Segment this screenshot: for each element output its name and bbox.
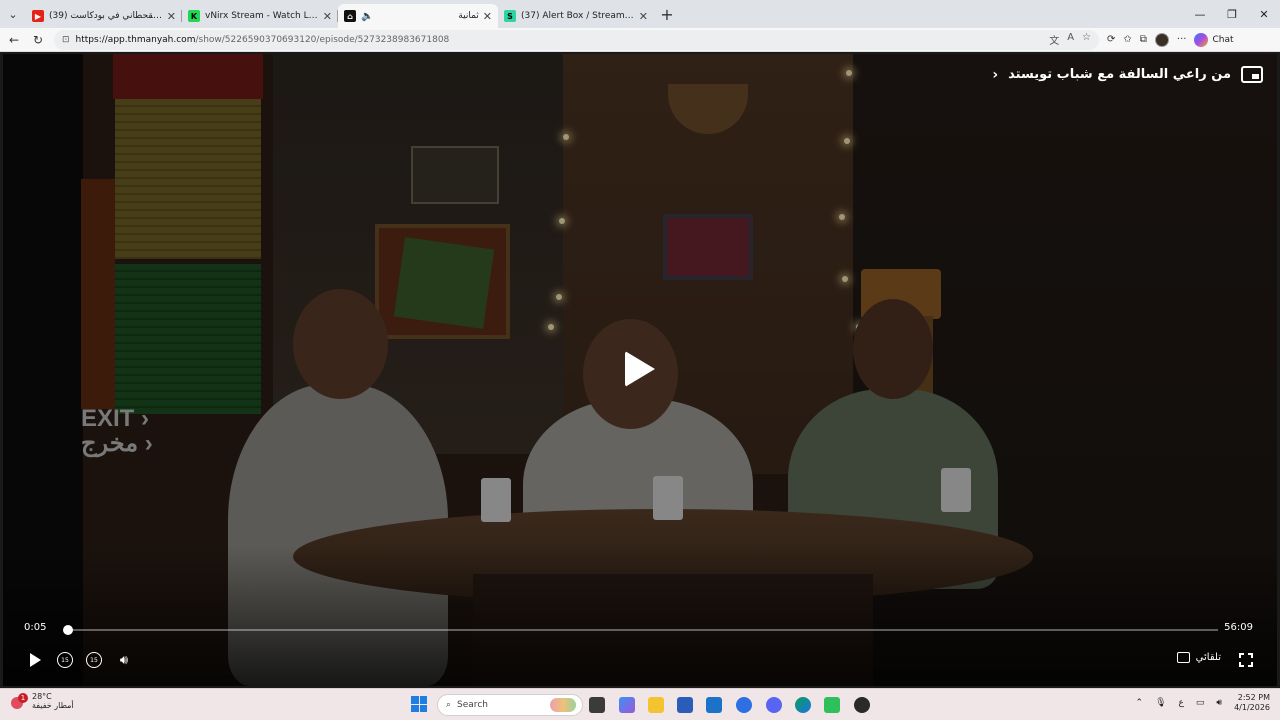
search-placeholder: Search (457, 700, 488, 710)
translate-icon[interactable]: 文 (1049, 32, 1059, 47)
thmanyah-icon: ⌂ (344, 10, 356, 22)
settings-screen-icon (1176, 652, 1190, 663)
episode-title: من راعي السالفة مع شباب تويستد (1008, 67, 1231, 82)
chevron-back-icon[interactable]: ‹ (992, 67, 998, 83)
volume-icon[interactable]: 🔊︎ (115, 652, 133, 668)
discord-icon[interactable] (766, 697, 782, 713)
start-button[interactable] (411, 696, 427, 712)
site-info-icon[interactable]: ⊡ (62, 35, 70, 45)
seek-bar[interactable] (62, 625, 1218, 635)
taskbar: 1 28°C أمطار خفيفة ⌕ Search ⌃ 🎙︎ ع ▭ 🔊︎ … (0, 688, 1280, 720)
url-field[interactable]: ⊡ https://app.thmanyah.com /show/5226590… (54, 29, 1099, 50)
show-hidden-icons-chevron-icon[interactable]: ⌃ (1136, 698, 1144, 708)
app-icon[interactable] (824, 697, 840, 713)
speaker-icon[interactable]: 🔈 (361, 11, 373, 22)
search-icon: ⌕ (446, 700, 452, 710)
tab-title: (37) Alert Box / Streamlabs (521, 11, 635, 21)
tab-title: vNirx Stream - Watch Live on Kick (205, 11, 319, 21)
microphone-icon[interactable]: 🎙︎ (1155, 698, 1166, 708)
tab-title: ثمانية (458, 11, 479, 21)
close-icon[interactable]: ✕ (639, 10, 648, 23)
taskbar-search[interactable]: ⌕ Search (437, 694, 583, 716)
favorite-star-icon[interactable]: ☆ (1082, 32, 1091, 47)
big-play-button[interactable] (625, 351, 655, 387)
copilot-icon (1194, 32, 1209, 47)
teams-icon[interactable] (736, 697, 752, 713)
auto-quality-button[interactable]: تلقائي (1176, 652, 1221, 663)
fullscreen-icon[interactable] (1239, 653, 1253, 667)
weather-icon: 1 (10, 692, 28, 710)
task-view-icon[interactable] (589, 697, 605, 713)
tab-kick[interactable]: K vNirx Stream - Watch Live on Kick ✕ (182, 4, 338, 28)
favorites-icon[interactable]: ✩ (1123, 34, 1131, 45)
current-time: 0:05 (24, 622, 47, 633)
chat-label: Chat (1212, 34, 1234, 45)
outlook-icon[interactable] (706, 697, 722, 713)
play-button[interactable] (27, 652, 43, 668)
window-controls: — ❐ ✕ (1184, 8, 1280, 21)
copilot-chat-button[interactable]: Chat (1194, 32, 1234, 47)
widgets-icon[interactable] (619, 697, 635, 713)
url-host: https://app.thmanyah.com (75, 34, 196, 45)
new-tab-button[interactable]: + (654, 5, 680, 24)
restore-button[interactable]: ❐ (1216, 8, 1248, 21)
edge-icon[interactable] (795, 697, 811, 713)
minimize-button[interactable]: — (1184, 8, 1216, 21)
tab-bar: ⌄ ▶ (39) لقاء مقيت القحطاني في بودكاست..… (0, 0, 1280, 28)
weather-widget[interactable]: 1 28°C أمطار خفيفة (10, 692, 74, 711)
tab-youtube[interactable]: ▶ (39) لقاء مقيت القحطاني في بودكاست... … (26, 4, 182, 28)
close-icon[interactable]: ✕ (323, 10, 332, 23)
tab-actions-chevron-icon[interactable]: ⌄ (0, 0, 26, 28)
collections-icon[interactable]: ⧉ (1140, 34, 1147, 45)
language-indicator[interactable]: ع (1179, 698, 1184, 708)
picture-in-picture-icon[interactable] (1241, 66, 1263, 83)
youtube-icon: ▶ (32, 10, 44, 22)
read-aloud-icon[interactable]: A (1067, 32, 1074, 47)
volume-tray-icon[interactable]: 🔊︎ (1216, 698, 1222, 708)
tab-streamlabs[interactable]: S (37) Alert Box / Streamlabs ✕ (498, 4, 654, 28)
close-icon[interactable]: ✕ (167, 10, 176, 23)
weather-desc: أمطار خفيفة (32, 700, 74, 710)
video-title-bar: من راعي السالفة مع شباب تويستد ‹ (992, 66, 1263, 83)
tab-thmanyah[interactable]: ⌂ 🔈 ثمانية ✕ (338, 4, 498, 28)
network-icon[interactable]: ▭ (1196, 698, 1205, 708)
auto-label: تلقائي (1195, 652, 1221, 663)
seek-handle[interactable] (62, 625, 73, 635)
address-bar-row: ← ↻ ⊡ https://app.thmanyah.com /show/522… (0, 28, 1280, 52)
refresh-button[interactable]: ↻ (26, 33, 50, 47)
skip-forward-15-icon[interactable]: 15 (86, 652, 102, 668)
url-path: /show/5226590370693120/episode/527323898… (195, 34, 450, 45)
back-button[interactable]: ← (2, 33, 26, 47)
duration: 56:09 (1224, 622, 1253, 633)
more-menu-icon[interactable]: ··· (1177, 34, 1187, 45)
tab-title: (39) لقاء مقيت القحطاني في بودكاست... (49, 11, 163, 21)
close-icon[interactable]: ✕ (483, 10, 492, 23)
obs-icon[interactable] (854, 697, 870, 713)
skip-back-15-icon[interactable]: 15 (57, 652, 73, 668)
store-icon[interactable] (677, 697, 693, 713)
clock[interactable]: 2:52 PM 4/1/2026 (1234, 693, 1270, 713)
folder-icon[interactable] (648, 697, 664, 713)
close-window-button[interactable]: ✕ (1248, 8, 1280, 21)
extensions-icon[interactable]: ⟳ (1107, 34, 1115, 45)
kick-icon: K (188, 10, 200, 22)
system-tray: ⌃ 🎙︎ ع ▭ 🔊︎ 2:52 PM 4/1/2026 (1136, 693, 1270, 713)
avatar[interactable] (1154, 32, 1169, 47)
streamlabs-icon: S (504, 10, 516, 22)
notification-badge: 1 (18, 692, 28, 703)
video-player[interactable]: EXIT › مخرج › من راعي السالفة مع شباب تو… (3, 54, 1277, 686)
